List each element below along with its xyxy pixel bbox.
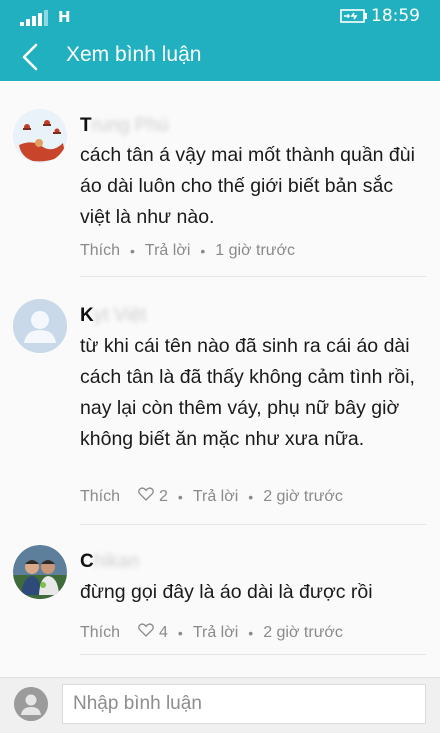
- avatar[interactable]: [13, 109, 67, 163]
- reply-button[interactable]: Trả lời: [193, 624, 238, 642]
- battery-charging-icon: [340, 9, 367, 23]
- heart-icon[interactable]: [138, 623, 154, 637]
- comment-item: Trung Phú cách tân á vậy mai mốt thành q…: [0, 81, 440, 276]
- avatar[interactable]: [13, 545, 67, 599]
- comment-meta: Thích 4 • Trả lời • 2 giờ trước: [80, 623, 343, 642]
- comment-list: Trung Phú cách tân á vậy mai mốt thành q…: [0, 81, 440, 677]
- comment-input[interactable]: [62, 684, 426, 724]
- comment-time: 1 giờ trước: [215, 242, 295, 259]
- like-button[interactable]: Thích: [80, 624, 120, 642]
- comment-meta: Thích 2 • Trả lời • 2 giờ trước: [80, 487, 343, 506]
- comment-text: đừng gọi đây là áo dài là được rồi: [80, 581, 373, 603]
- comment-meta: Thích • Trả lời • 1 giờ trước: [80, 242, 295, 260]
- app-bar: Xem bình luận: [0, 34, 440, 81]
- reply-button[interactable]: Trả lời: [193, 488, 238, 506]
- heart-icon[interactable]: [138, 487, 154, 501]
- comment-text: cách tân á vậy mai mốt thành quần đùi áo…: [80, 144, 415, 228]
- like-count: 4: [159, 623, 168, 641]
- comment-text: từ khi cái tên nào đã sinh ra cái áo dài…: [80, 335, 415, 450]
- status-bar: H 18:59: [0, 0, 440, 34]
- comment-time: 2 giờ trước: [263, 487, 343, 505]
- comment-item: Kyt Việt từ khi cái tên nào đã sinh ra c…: [0, 277, 440, 524]
- signal-icon: [20, 10, 50, 26]
- like-button[interactable]: Thích: [80, 242, 120, 260]
- comment-author[interactable]: Chikan: [80, 551, 139, 573]
- like-count: 2: [159, 487, 168, 505]
- comment-author[interactable]: Kyt Việt: [80, 305, 146, 327]
- comment-composer: [0, 677, 440, 733]
- divider: [80, 654, 426, 655]
- reply-button[interactable]: Trả lời: [145, 242, 190, 260]
- like-button[interactable]: Thích: [80, 488, 120, 506]
- comment-time: 2 giờ trước: [263, 623, 343, 641]
- network-type: H: [58, 8, 71, 26]
- comment-item: Chikan đừng gọi đây là áo dài là được rồ…: [0, 525, 440, 658]
- default-avatar-icon: [14, 687, 48, 721]
- comment-author[interactable]: Trung Phú: [80, 115, 169, 137]
- default-avatar-icon[interactable]: [13, 299, 67, 353]
- page-title: Xem bình luận: [66, 43, 202, 66]
- clock: 18:59: [371, 6, 420, 26]
- back-arrow-icon[interactable]: [14, 40, 48, 74]
